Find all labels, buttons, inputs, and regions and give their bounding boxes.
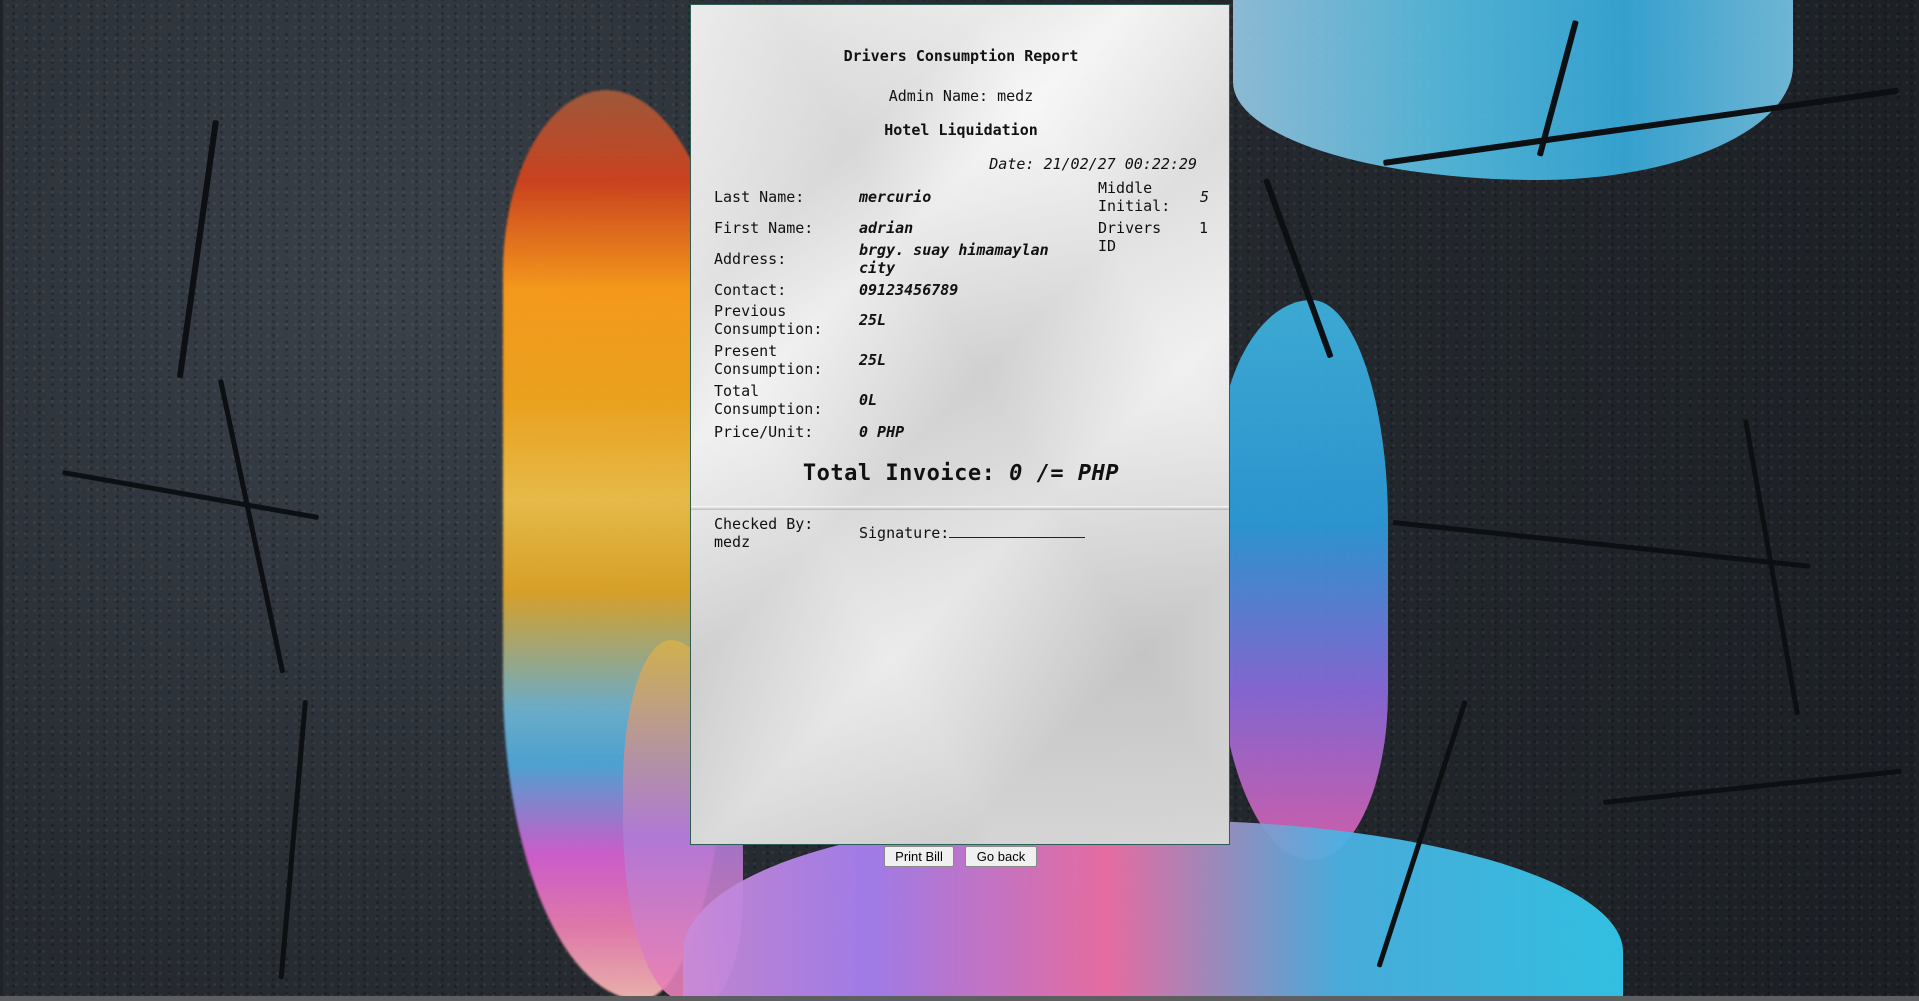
company-name: Hotel Liquidation	[884, 121, 1038, 139]
signature-label: Signature:	[859, 524, 950, 542]
total-invoice-label: Total Invoice:	[802, 461, 996, 486]
present-consumption-value: 25L	[859, 351, 887, 369]
drivers-id-value: 1	[1199, 219, 1209, 237]
previous-consumption-value: 25L	[859, 311, 887, 329]
total-consumption-label: Total Consumption:	[714, 382, 823, 418]
report-date: Date: 21/02/27 00:22:29	[989, 155, 1197, 173]
checked-by: Checked By: medz	[714, 515, 814, 551]
window-bottom-edge	[0, 996, 1919, 1001]
total-invoice-amount: 0 /= PHP	[1009, 461, 1120, 486]
previous-consumption-label: Previous Consumption:	[714, 302, 823, 338]
signature-line	[949, 524, 1086, 538]
contact-value: 09123456789	[859, 281, 959, 299]
consumption-receipt: Drivers Consumption Report Admin Name: m…	[690, 4, 1230, 845]
last-name-value: mercurio	[859, 188, 932, 206]
contact-label: Contact:	[714, 281, 787, 299]
admin-name: Admin Name: medz	[888, 87, 1034, 105]
price-unit-label: Price/Unit:	[714, 423, 814, 441]
first-name-label: First Name:	[714, 219, 814, 237]
price-unit-value: 0 PHP	[859, 423, 905, 441]
present-consumption-label: Present Consumption:	[714, 342, 823, 378]
report-title: Drivers Consumption Report	[843, 47, 1079, 65]
first-name-value: adrian	[859, 219, 914, 237]
print-bill-button[interactable]: Print Bill	[884, 846, 954, 867]
total-invoice: Total Invoice: 0 /= PHP	[691, 461, 1231, 486]
signature-field: Signature:	[859, 524, 1086, 542]
drivers-id-label: Drivers ID	[1098, 219, 1162, 255]
paper-fold	[691, 506, 1229, 510]
middle-initial-label: Middle Initial:	[1098, 179, 1171, 215]
go-back-button[interactable]: Go back	[965, 846, 1037, 867]
last-name-label: Last Name:	[714, 188, 805, 206]
middle-initial-value: 5	[1200, 188, 1210, 206]
address-value: brgy. suay himamaylan city	[859, 241, 1049, 277]
address-label: Address:	[714, 250, 787, 268]
total-consumption-value: 0L	[859, 391, 878, 409]
